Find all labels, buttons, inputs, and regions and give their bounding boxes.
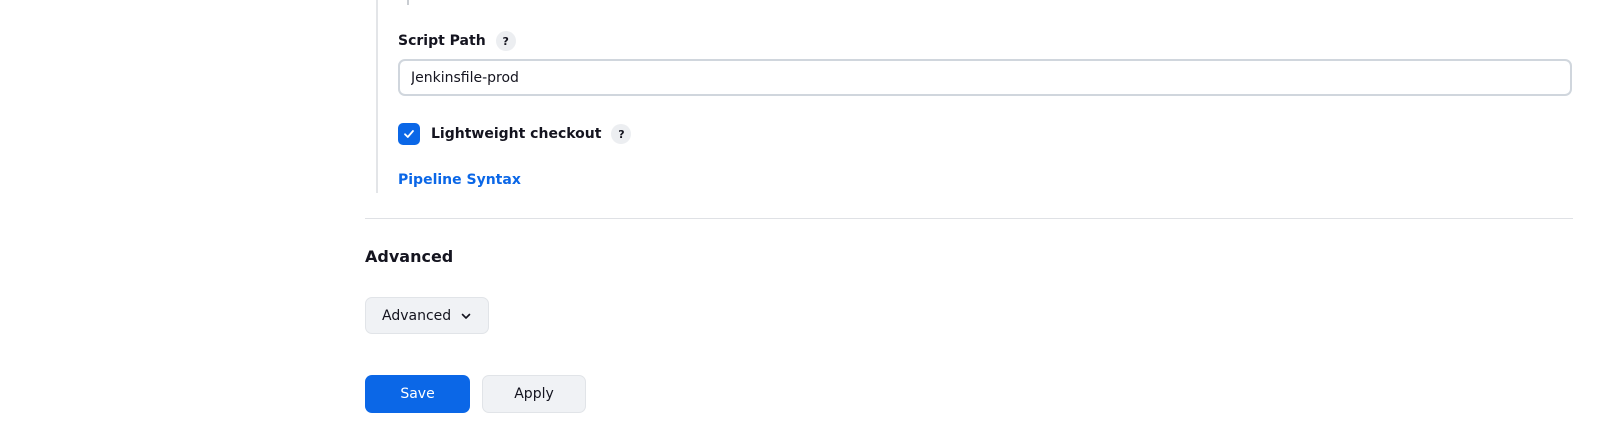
- script-path-label: Script Path: [398, 33, 486, 49]
- script-path-label-row: Script Path ?: [398, 30, 516, 52]
- check-icon: [404, 130, 414, 138]
- script-path-input[interactable]: [398, 59, 1572, 96]
- chevron-down-icon: [460, 310, 472, 322]
- pipeline-config-page: Script Path ? Lightweight checkout ? Pip…: [0, 0, 1603, 423]
- advanced-section-heading: Advanced: [365, 247, 454, 266]
- lightweight-checkout-help-button[interactable]: ?: [611, 124, 632, 144]
- lightweight-checkout-row: Lightweight checkout ?: [398, 123, 632, 145]
- apply-button[interactable]: Apply: [482, 375, 586, 413]
- lightweight-checkout-label[interactable]: Lightweight checkout: [431, 126, 601, 142]
- pipeline-syntax-link[interactable]: Pipeline Syntax: [398, 172, 521, 188]
- save-button[interactable]: Save: [365, 375, 470, 413]
- rail-tick: [407, 0, 409, 5]
- section-divider: [365, 218, 1573, 219]
- script-path-help-button[interactable]: ?: [495, 31, 516, 51]
- advanced-dropdown-button[interactable]: Advanced: [365, 297, 490, 334]
- section-rail: [376, 0, 378, 193]
- advanced-dropdown-label: Advanced: [382, 307, 452, 324]
- lightweight-checkout-checkbox[interactable]: [398, 123, 420, 145]
